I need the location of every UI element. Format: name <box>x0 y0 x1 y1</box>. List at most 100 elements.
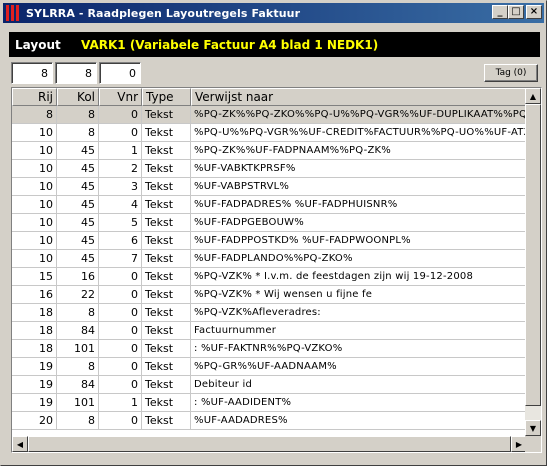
layout-bar: Layout VARK1 (Variabele Factuur A4 blad … <box>9 32 540 57</box>
scroll-up-button[interactable]: ▲ <box>525 88 541 104</box>
cell-ref: Factuurnummer <box>191 322 527 340</box>
horizontal-scroll-thumb[interactable] <box>28 436 511 452</box>
table-row[interactable]: 10 45 4 Tekst %UF-FADPADRES% %UF-FADPHUISNR% <box>12 196 527 214</box>
close-button[interactable]: × <box>526 5 542 19</box>
cell-vnr: 0 <box>99 322 142 340</box>
window-controls: _ □ × <box>492 5 542 19</box>
cell-kol: 45 <box>57 214 99 232</box>
title-bar[interactable]: SYLRRA - Raadplegen Layoutregels Faktuur… <box>3 3 544 23</box>
main-window: SYLRRA - Raadplegen Layoutregels Faktuur… <box>0 0 547 466</box>
table-row[interactable]: 18 8 0 Tekst %PQ-VZK%Afleveradres: <box>12 304 527 322</box>
table-row[interactable]: 18 84 0 Tekst Factuurnummer <box>12 322 527 340</box>
cell-vnr: 0 <box>99 304 142 322</box>
cell-ref: %UF-FADPGEBOUW% <box>191 214 527 232</box>
cell-ref: : %UF-FAKTNR%%PQ-VZKO% <box>191 340 527 358</box>
table-row[interactable]: 10 45 5 Tekst %UF-FADPGEBOUW% <box>12 214 527 232</box>
scroll-down-button[interactable]: ▼ <box>525 420 541 436</box>
cell-ref: %UF-AADADRES% <box>191 412 527 430</box>
cell-type: Tekst <box>142 124 191 142</box>
cell-vnr: 0 <box>99 124 142 142</box>
column-header-rij[interactable]: Rij <box>12 88 57 106</box>
cell-rij: 20 <box>12 412 57 430</box>
table-row[interactable]: 10 45 3 Tekst %UF-VABPSTRVL% <box>12 178 527 196</box>
horizontal-scrollbar[interactable]: ◀ ▶ <box>12 436 527 452</box>
cell-vnr: 6 <box>99 232 142 250</box>
cell-kol: 45 <box>57 178 99 196</box>
cell-kol: 45 <box>57 160 99 178</box>
cell-type: Tekst <box>142 142 191 160</box>
cell-kol: 45 <box>57 250 99 268</box>
table-row[interactable]: 15 16 0 Tekst %PQ-VZK% * I.v.m. de feestdage… <box>12 268 527 286</box>
cell-ref: %PQ-ZK%%UF-FADPNAAM%%PQ-ZK% <box>191 142 527 160</box>
cell-rij: 10 <box>12 124 57 142</box>
cell-vnr: 1 <box>99 142 142 160</box>
cell-vnr: 0 <box>99 376 142 394</box>
cell-ref: %UF-FADPLANDO%%PQ-ZKO% <box>191 250 527 268</box>
column-header-kol[interactable]: Kol <box>57 88 99 106</box>
layout-label: Layout <box>15 37 61 52</box>
vertical-scrollbar[interactable]: ▲ ▼ <box>525 88 541 436</box>
tag-button[interactable]: Tag (0) <box>484 64 538 82</box>
table-row[interactable]: 18 101 0 Tekst: %UF-FAKTNR%%PQ-VZKO% <box>12 340 527 358</box>
cell-type: Tekst <box>142 106 191 124</box>
column-header-type[interactable]: Type <box>142 88 191 106</box>
table-row[interactable]: 19 84 0 Tekst Debiteur id <box>12 376 527 394</box>
cell-vnr: 0 <box>99 106 142 124</box>
cell-kol: 45 <box>57 142 99 160</box>
cell-vnr: 0 <box>99 268 142 286</box>
cell-ref: %PQ-VZK%Afleveradres: <box>191 304 527 322</box>
table-row[interactable]: 10 8 0 Tekst %PQ-U%%PQ-VGR%%UF-CREDIT%FACTUU… <box>12 124 527 142</box>
cell-type: Tekst <box>142 250 191 268</box>
cell-kol: 8 <box>57 412 99 430</box>
maximize-button[interactable]: □ <box>508 5 524 19</box>
table-row[interactable]: 10 45 1 Tekst %PQ-ZK%%UF-FADPNAAM%%PQ-ZK% <box>12 142 527 160</box>
table-row[interactable]: 19 101 1 Tekst: %UF-AADIDENT% <box>12 394 527 412</box>
cell-vnr: 2 <box>99 160 142 178</box>
scroll-left-button[interactable]: ◀ <box>12 436 28 452</box>
cell-type: Tekst <box>142 376 191 394</box>
cell-type: Tekst <box>142 160 191 178</box>
cell-rij: 18 <box>12 304 57 322</box>
cell-type: Tekst <box>142 232 191 250</box>
position-fields: 8 8 0 <box>11 62 141 84</box>
cell-rij: 10 <box>12 250 57 268</box>
cell-kol: 8 <box>57 124 99 142</box>
cell-kol: 84 <box>57 322 99 340</box>
cell-type: Tekst <box>142 322 191 340</box>
cell-rij: 19 <box>12 358 57 376</box>
vertical-scroll-thumb[interactable] <box>525 104 541 406</box>
column-header-verwijst-naar[interactable]: Verwijst naar <box>191 88 527 106</box>
table-row[interactable]: 10 45 7 Tekst %UF-FADPLANDO%%PQ-ZKO% <box>12 250 527 268</box>
kol-field[interactable]: 8 <box>55 62 97 84</box>
cell-rij: 10 <box>12 142 57 160</box>
cell-type: Tekst <box>142 358 191 376</box>
table-row[interactable]: 10 45 2 Tekst %UF-VABKTKPRSF% <box>12 160 527 178</box>
cell-vnr: 1 <box>99 394 142 412</box>
cell-rij: 10 <box>12 196 57 214</box>
cell-ref: %PQ-U%%PQ-VGR%%UF-CREDIT%FACTUUR%%PQ-UO%… <box>191 124 527 142</box>
rij-field[interactable]: 8 <box>11 62 53 84</box>
cell-ref: %UF-FADPADRES% %UF-FADPHUISNR% <box>191 196 527 214</box>
cell-vnr: 3 <box>99 178 142 196</box>
cell-kol: 84 <box>57 376 99 394</box>
window-title: SYLRRA - Raadplegen Layoutregels Faktuur <box>26 6 301 20</box>
cell-rij: 19 <box>12 394 57 412</box>
cell-type: Tekst <box>142 196 191 214</box>
cell-type: Tekst <box>142 394 191 412</box>
layout-grid[interactable]: Rij Kol Vnr Type Verwijst naar 8 8 0 Tekst%… <box>11 87 542 453</box>
vnr-field[interactable]: 0 <box>99 62 141 84</box>
cell-vnr: 7 <box>99 250 142 268</box>
cell-rij: 10 <box>12 160 57 178</box>
table-row[interactable]: 8 8 0 Tekst %PQ-ZK%%PQ-ZKO%%PQ-U%%PQ-VGR%%UF… <box>12 106 527 124</box>
cell-kol: 8 <box>57 106 99 124</box>
column-header-vnr[interactable]: Vnr <box>99 88 142 106</box>
table-row[interactable]: 20 8 0 Tekst %UF-AADADRES% <box>12 412 527 430</box>
table-row[interactable]: 16 22 0 Tekst %PQ-VZK% * Wij wensen u fijne … <box>12 286 527 304</box>
table-row[interactable]: 19 8 0 Tekst %PQ-GR%%UF-AADNAAM% <box>12 358 527 376</box>
cell-kol: 8 <box>57 304 99 322</box>
cell-rij: 10 <box>12 214 57 232</box>
minimize-button[interactable]: _ <box>492 5 508 19</box>
table-row[interactable]: 10 45 6 Tekst %UF-FADPPOSTKD% %UF-FADPWOONPL… <box>12 232 527 250</box>
cell-rij: 19 <box>12 376 57 394</box>
cell-vnr: 4 <box>99 196 142 214</box>
